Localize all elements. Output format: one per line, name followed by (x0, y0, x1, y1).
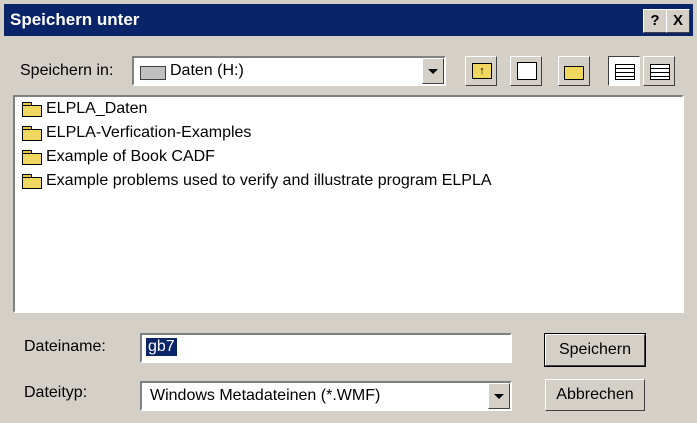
up-folder-button[interactable]: ↑ (465, 56, 497, 86)
list-item-label: ELPLA-Verfication-Examples (46, 124, 252, 141)
save-as-dialog: Speichern unter ? X Speichern in: Daten … (0, 0, 697, 423)
list-item[interactable]: ELPLA_Daten (15, 97, 682, 121)
details-view-button[interactable] (643, 56, 675, 86)
file-list[interactable]: ELPLA_Daten ELPLA-Verfication-Examples E… (13, 95, 684, 313)
cancel-button[interactable]: Abbrechen (545, 379, 645, 411)
close-button[interactable]: X (666, 9, 690, 33)
folder-icon (22, 150, 42, 165)
list-view-button[interactable] (608, 56, 640, 86)
filetype-label: Dateityp: (24, 384, 88, 401)
folder-icon (22, 174, 42, 189)
location-label: Speichern in: (20, 62, 114, 79)
desktop-button[interactable] (510, 56, 542, 86)
folder-icon (22, 102, 42, 117)
list-item[interactable]: ELPLA-Verfication-Examples (15, 121, 682, 145)
filetype-combo[interactable]: Windows Metadateinen (*.WMF) (140, 381, 512, 411)
drive-icon (140, 66, 166, 80)
list-item[interactable]: Example of Book CADF (15, 145, 682, 169)
new-folder-button[interactable] (558, 56, 590, 86)
desktop-icon (517, 62, 537, 80)
location-value: Daten (H:) (170, 62, 244, 79)
window-title: Speichern unter (10, 10, 140, 29)
help-button[interactable]: ? (643, 9, 667, 33)
list-item-label: ELPLA_Daten (46, 100, 148, 117)
filename-value: gb7 (146, 338, 177, 356)
new-folder-icon (564, 66, 584, 80)
details-view-icon (650, 64, 670, 80)
location-dropdown-button[interactable] (422, 58, 444, 84)
filetype-value: Windows Metadateinen (*.WMF) (150, 387, 381, 404)
list-item-label: Example problems used to verify and illu… (46, 172, 492, 189)
location-combo[interactable]: Daten (H:) (132, 56, 446, 86)
filename-label: Dateiname: (24, 338, 106, 355)
filename-field[interactable]: gb7 (140, 333, 512, 363)
folder-icon (22, 126, 42, 141)
filetype-dropdown-button[interactable] (488, 383, 510, 409)
save-button[interactable]: Speichern (544, 333, 646, 367)
list-view-icon (615, 64, 635, 80)
title-bar: Speichern unter ? X (4, 4, 693, 36)
up-folder-icon: ↑ (472, 63, 492, 79)
list-item-label: Example of Book CADF (46, 148, 215, 165)
list-item[interactable]: Example problems used to verify and illu… (15, 169, 682, 193)
